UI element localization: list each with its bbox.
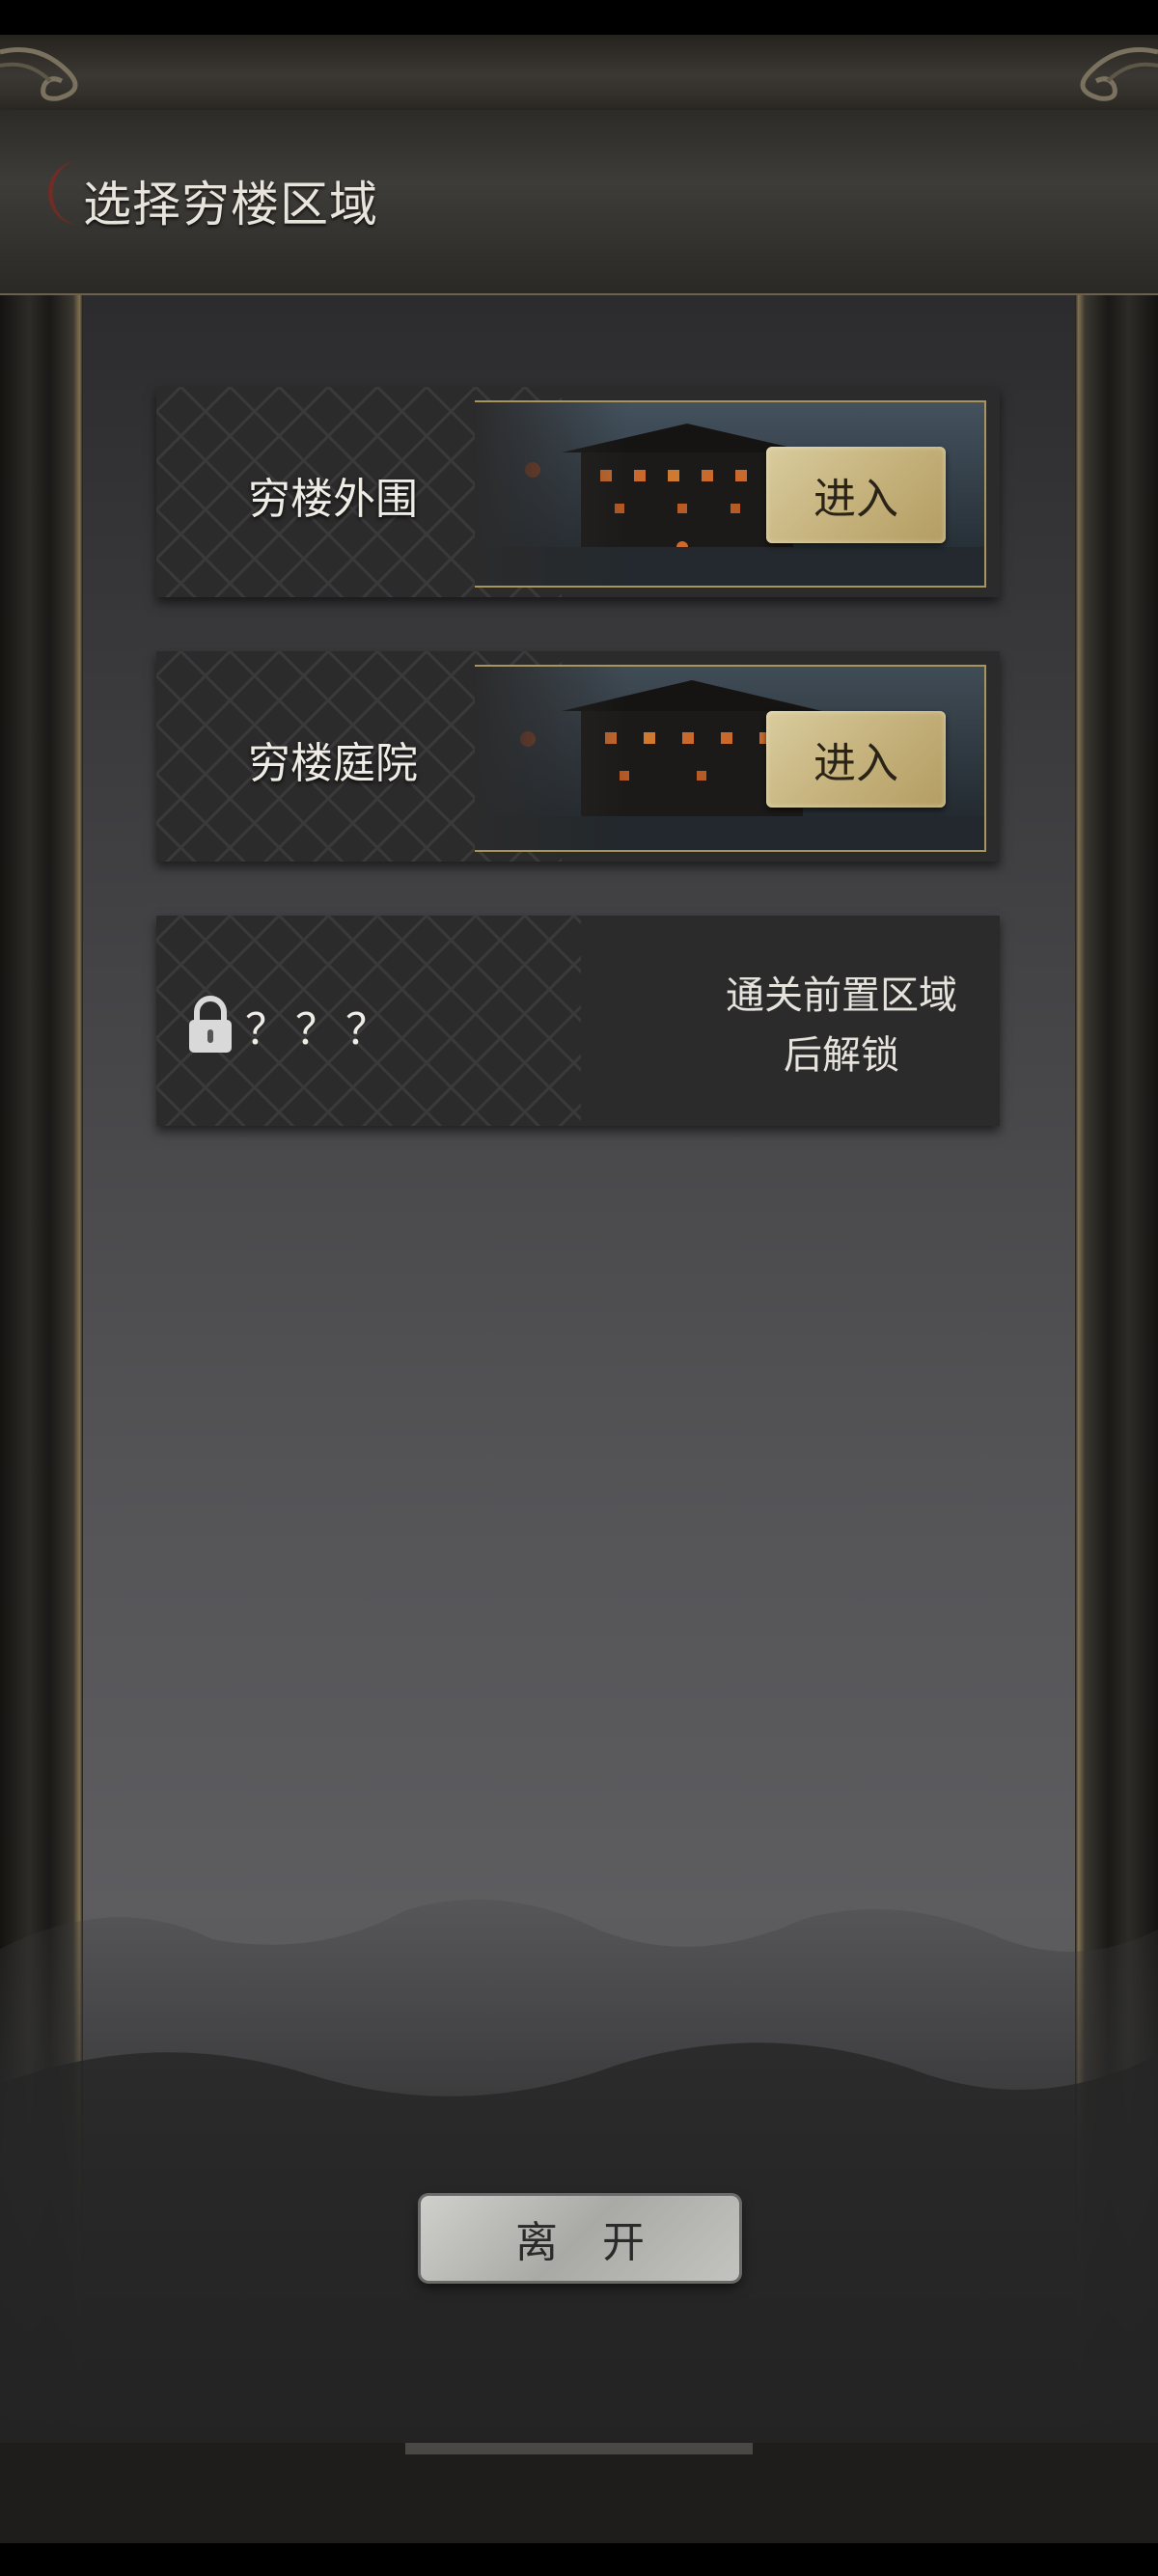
corner-scroll-ornament-right: [1080, 47, 1158, 101]
padlock-icon: [189, 996, 232, 1053]
region-name-label: 穷楼庭院: [248, 739, 418, 788]
locked-region-card: ？？？ 通关前置区域 后解锁: [156, 916, 1000, 1126]
page-title: 选择穷楼区域: [83, 177, 378, 233]
region-select-screen: 选择穷楼区域 穷楼外围 进入 穷楼庭院 进入 ？？？ 通关前置区域 后解锁 离开: [0, 0, 1158, 2576]
unlock-hint-line2: 后解锁: [784, 1033, 899, 1078]
corner-scroll-ornament-left: [0, 47, 78, 101]
region-name-label: 穷楼外围: [248, 475, 418, 524]
unlock-hint-text: 通关前置区域 后解锁: [697, 966, 986, 1085]
mist-mountains-decoration: [0, 1899, 1158, 2443]
bottom-bar: [0, 2443, 1158, 2543]
home-indicator[interactable]: [405, 2443, 753, 2454]
unlock-hint-line1: 通关前置区域: [726, 973, 957, 1018]
enter-region-button[interactable]: 进入: [766, 711, 946, 808]
top-ornament-bar: [0, 35, 1158, 112]
locked-region-name: ？？？: [245, 1005, 396, 1055]
region-card: 穷楼外围 进入: [156, 387, 1000, 597]
leave-button[interactable]: 离开: [421, 2196, 739, 2281]
region-card: 穷楼庭院 进入: [156, 651, 1000, 862]
enter-region-button[interactable]: 进入: [766, 447, 946, 543]
